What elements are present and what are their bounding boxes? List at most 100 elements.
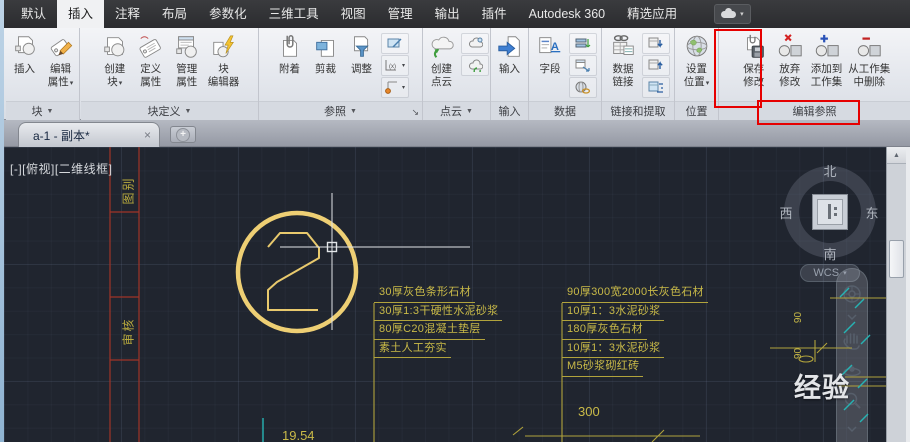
note-line: 10厚1：3水泥砂浆: [562, 340, 665, 358]
plus-icon: +: [176, 127, 190, 142]
panel-point-cloud: 创建 点云 点云 ▼: [423, 28, 491, 120]
create-block-button[interactable]: 创建 块▾: [98, 30, 132, 102]
save-changes-button[interactable]: 保存 修改: [737, 30, 771, 102]
point-cloud-manager-button[interactable]: [460, 55, 489, 76]
tab-plugins[interactable]: 插件: [471, 0, 518, 28]
window-right-border: [906, 147, 910, 442]
clip-button[interactable]: 剪裁: [309, 30, 343, 102]
remove-from-working-set-button[interactable]: 从工作集 中删除: [846, 30, 892, 102]
add-to-working-set-icon: [812, 31, 842, 63]
ribbon-tab-bar: 默认 插入 注释 布局 参数化 三维工具 视图 管理 输出 插件 Autodes…: [4, 0, 910, 28]
field-icon: A: [535, 31, 565, 63]
tab-view[interactable]: 视图: [330, 0, 377, 28]
panel-dropdown-icon: ▼: [466, 107, 473, 115]
tab-default[interactable]: 默认: [10, 0, 57, 28]
edit-attribute-button[interactable]: 编辑 属性▾: [44, 30, 78, 102]
tab-layout[interactable]: 布局: [151, 0, 198, 28]
viewcube-top-face[interactable]: [812, 194, 848, 230]
download-from-source-button[interactable]: [642, 33, 670, 54]
panel-label-text: 块定义: [147, 106, 181, 118]
bubble-number: [267, 232, 320, 311]
tab-insert[interactable]: 插入: [57, 0, 105, 28]
upload-to-source-button[interactable]: [642, 55, 670, 76]
import-icon: [495, 31, 525, 63]
tab-output[interactable]: 输出: [424, 0, 471, 28]
tab-manage[interactable]: 管理: [377, 0, 424, 28]
panel-label-block[interactable]: 块 ▼: [6, 101, 79, 120]
new-drawing-tab-button[interactable]: +: [170, 126, 196, 143]
panel-label-import: 输入: [491, 101, 528, 120]
set-location-button[interactable]: 设置 位置▾: [680, 30, 714, 102]
vertical-scrollbar[interactable]: ▲: [886, 147, 906, 442]
tab-parametric[interactable]: 参数化: [198, 0, 258, 28]
button-label: 字段: [539, 63, 561, 75]
scrollbar-thumb[interactable]: [889, 240, 904, 278]
viewcube-south[interactable]: 南: [822, 244, 838, 263]
button-label: 创建: [431, 63, 452, 75]
update-fields-button[interactable]: [569, 33, 597, 54]
drawing-canvas[interactable]: [-][俯视][二维线框] 图别 审核 30厚灰色条形石材 30厚1:3干硬性水…: [4, 147, 886, 442]
note-line: 30厚灰色条形石材: [374, 284, 475, 303]
button-label: 编辑: [50, 63, 71, 75]
panel-label-block-definition[interactable]: 块定义 ▼: [81, 101, 258, 120]
chevron-down-icon: ▾: [705, 79, 710, 87]
manage-attributes-icon: [172, 31, 202, 63]
tab-autodesk360[interactable]: Autodesk 360: [518, 0, 616, 28]
manage-attributes-button[interactable]: 管理 属性: [170, 30, 204, 102]
titleblock-label: 图别: [121, 176, 136, 205]
panel-label-reference[interactable]: 参照 ▼ ↘: [259, 101, 422, 120]
create-point-cloud-button[interactable]: 创建 点云: [425, 30, 459, 102]
cloud-menu-button[interactable]: ▾: [714, 4, 751, 24]
discard-changes-button[interactable]: 放弃 修改: [773, 30, 807, 102]
attach-point-cloud-button[interactable]: [460, 33, 489, 54]
snap-to-underlays-button[interactable]: ▾: [380, 77, 409, 98]
close-icon[interactable]: ×: [144, 128, 151, 142]
viewcube-west[interactable]: 西: [778, 203, 794, 222]
import-button[interactable]: 输入: [493, 30, 527, 102]
navigation-bar[interactable]: [836, 268, 868, 442]
scroll-up-button[interactable]: ▲: [887, 147, 906, 164]
button-label: 编辑器: [207, 75, 240, 88]
block-editor-button[interactable]: 块 编辑器: [206, 30, 242, 102]
viewcube-north[interactable]: 北: [822, 161, 838, 180]
extract-data-button[interactable]: [642, 77, 670, 98]
wcs-label: WCS: [813, 267, 840, 279]
tab-annotate[interactable]: 注释: [104, 0, 151, 28]
button-label: 中删除: [853, 75, 886, 88]
hyperlink-button[interactable]: [569, 77, 597, 98]
panel-data: A 字段 数据: [529, 28, 602, 120]
button-label: 设置: [686, 63, 707, 75]
panel-dialog-launcher-icon[interactable]: ↘: [411, 107, 419, 118]
panel-label-text: 位置: [685, 106, 708, 118]
adjust-button[interactable]: 调整: [345, 30, 379, 102]
titleblock-label: 审核: [121, 317, 136, 346]
drawing-tab-bar: a-1 - 副本* × +: [4, 120, 910, 147]
attach-button[interactable]: 附着: [273, 30, 307, 102]
insert-block-button[interactable]: 插入: [8, 30, 42, 102]
material-notes-middle: 30厚灰色条形石材 30厚1:3干硬性水泥砂浆 80厚C20混凝土垫层 素土人工…: [374, 284, 503, 358]
note-line: 80厚C20混凝土垫层: [374, 321, 485, 340]
panel-label-location: 位置: [675, 101, 718, 120]
frames-button[interactable]: (x) ▾: [380, 55, 409, 76]
ole-object-button[interactable]: [569, 55, 597, 76]
viewport-controls[interactable]: [-][俯视][二维线框]: [10, 160, 113, 177]
tab-3d-tools[interactable]: 三维工具: [258, 0, 330, 28]
drawing-tab[interactable]: a-1 - 副本* ×: [18, 122, 160, 147]
panel-label-point-cloud[interactable]: 点云 ▼: [423, 101, 490, 120]
button-label: 修改: [779, 75, 801, 88]
button-label: 点云: [431, 75, 452, 88]
underlay-layers-button[interactable]: [380, 33, 409, 54]
viewcube-east[interactable]: 东: [864, 203, 880, 222]
data-link-button[interactable]: 数据 链接: [606, 30, 640, 102]
dimension-text: 300: [578, 404, 600, 419]
button-label: 定义: [140, 63, 162, 75]
tab-featured-apps[interactable]: 精选应用: [616, 0, 688, 28]
define-attributes-button[interactable]: 定义 属性: [134, 30, 168, 102]
button-label: 保存: [743, 63, 765, 75]
watermark: 经验: [794, 373, 850, 403]
add-to-working-set-button[interactable]: 添加到 工作集: [809, 30, 845, 102]
dimension-text: 90: [793, 347, 805, 360]
panel-label-text: 点云: [440, 106, 463, 118]
field-button[interactable]: A 字段: [533, 30, 567, 102]
panel-label-text: 编辑参照: [792, 106, 837, 118]
